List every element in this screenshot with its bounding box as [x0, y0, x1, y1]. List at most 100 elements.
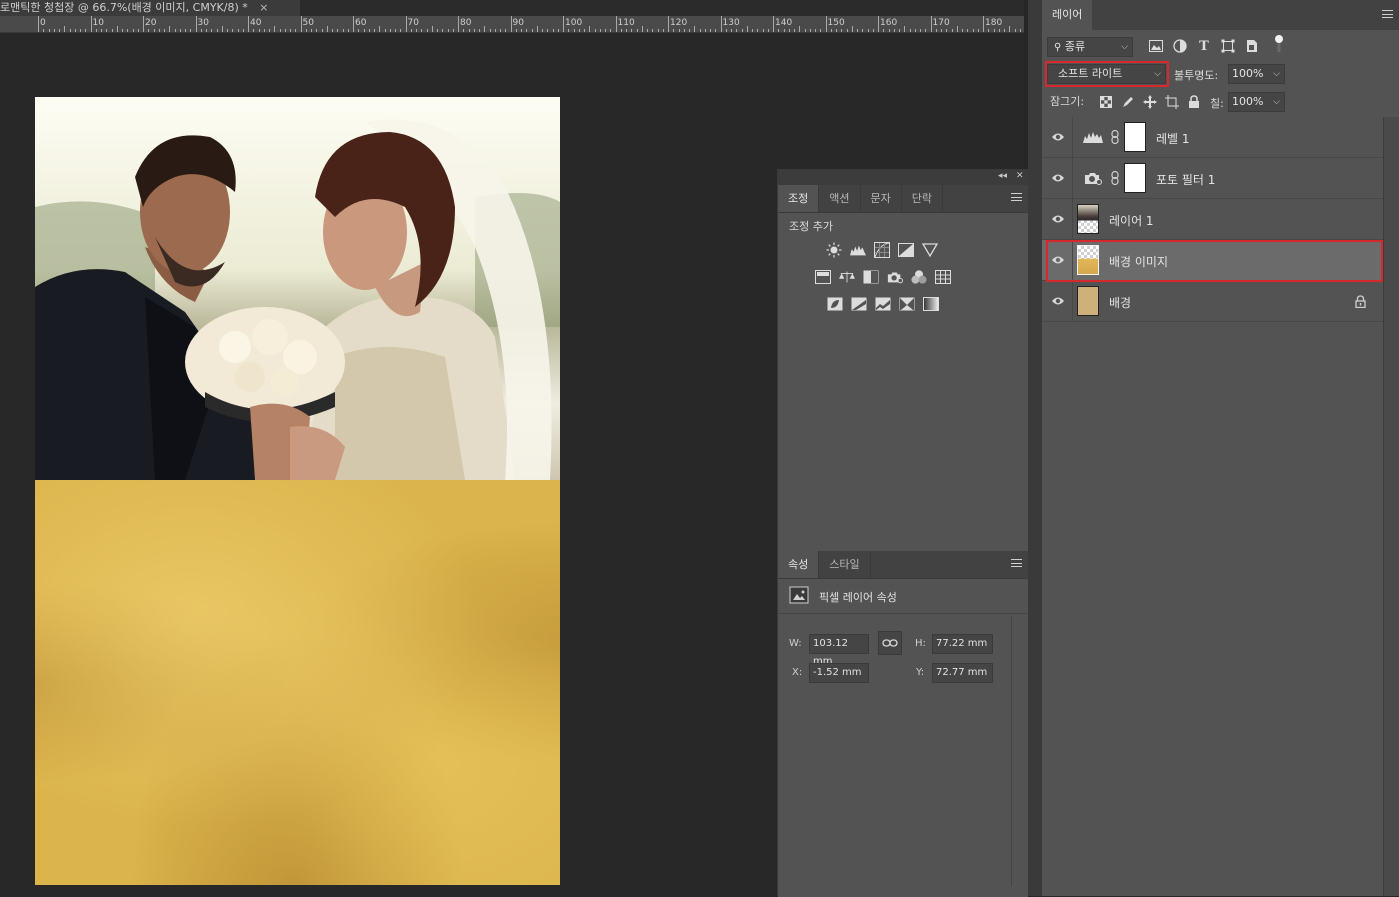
layer-row-layer-1[interactable]: 레이어 1: [1042, 199, 1383, 240]
layer-name: 배경: [1109, 296, 1132, 310]
filter-smart-object-icon[interactable]: [1244, 38, 1260, 54]
gradient-map-icon[interactable]: [923, 296, 939, 312]
brightness-contrast-icon[interactable]: [826, 242, 842, 258]
search-icon: ⚲: [1054, 42, 1062, 53]
ruler-minor-tick: [431, 26, 433, 32]
layer-mask-thumbnail[interactable]: [1124, 163, 1146, 193]
filter-adjustment-icon[interactable]: [1172, 38, 1188, 54]
width-field[interactable]: 103.12 mm: [809, 634, 869, 667]
ruler-minor-tick: [148, 29, 150, 32]
layer-thumbnail[interactable]: [1077, 286, 1099, 316]
ruler-minor-tick: [463, 29, 465, 32]
ruler-minor-tick: [242, 29, 244, 32]
tab-actions[interactable]: 액션: [819, 185, 861, 212]
lock-pixels-icon[interactable]: [1121, 95, 1135, 109]
layers-scrollbar[interactable]: [1383, 117, 1399, 896]
layer-mask-thumbnail[interactable]: [1124, 122, 1146, 152]
tab-layers[interactable]: 레이어: [1042, 0, 1093, 30]
lock-artboard-icon[interactable]: [1165, 95, 1179, 109]
ruler-minor-tick: [437, 29, 438, 32]
opacity-field[interactable]: 100% ⌵: [1228, 64, 1285, 84]
vibrance-icon[interactable]: [815, 269, 831, 285]
close-icon[interactable]: ×: [259, 1, 268, 14]
ruler-minor-tick: [862, 29, 864, 32]
lock-icon[interactable]: [1355, 295, 1366, 308]
layer-list: 레벨 1 포토 필터 1 레이어 1 배경 이미지 배경: [1042, 117, 1383, 322]
chain-link-icon: [1111, 171, 1119, 185]
link-dimensions-button[interactable]: [878, 631, 902, 655]
curves-icon[interactable]: [874, 242, 890, 258]
layer-thumbnail[interactable]: [1077, 245, 1099, 275]
adjustments-properties-panel: ◂◂ ✕ 조정 액션 문자 단락 조정 추가 속성 스타일 픽셀 레이어 속성 …: [777, 169, 1028, 897]
channel-mixer-icon[interactable]: [911, 269, 927, 285]
ruler-minor-tick: [521, 29, 522, 32]
tab-paragraph[interactable]: 단락: [902, 185, 943, 212]
color-lookup-icon[interactable]: [935, 269, 951, 285]
properties-scrollbar[interactable]: [1011, 616, 1012, 886]
tab-character[interactable]: 문자: [861, 185, 902, 212]
threshold-icon[interactable]: [875, 296, 891, 312]
filter-kind-dropdown[interactable]: ⚲ 종류 ⌵: [1047, 37, 1133, 57]
ruler-minor-tick: [993, 29, 995, 32]
fill-field[interactable]: 100% ⌵: [1228, 92, 1285, 112]
filter-shape-icon[interactable]: [1220, 38, 1236, 54]
ruler-minor-tick: [279, 29, 281, 32]
layer-row-levels[interactable]: 레벨 1: [1042, 117, 1383, 158]
lock-transparency-icon[interactable]: [1099, 95, 1113, 109]
ruler-minor-tick: [410, 29, 412, 32]
levels-icon[interactable]: [850, 242, 866, 258]
document-tab[interactable]: 로맨틱한 청첩장 @ 66.7%(배경 이미지, CMYK/8) * ×: [0, 0, 300, 16]
y-field[interactable]: 72.77 mm: [932, 663, 993, 683]
properties-body: 픽셀 레이어 속성 W: 103.12 mm H: 77.22 mm X: -1…: [778, 580, 1028, 897]
invert-icon[interactable]: [827, 296, 843, 312]
y-label: Y:: [916, 667, 925, 678]
gradient-triangle-icon[interactable]: [922, 242, 938, 258]
lock-position-icon[interactable]: [1143, 95, 1157, 109]
tab-adjustments[interactable]: 조정: [778, 185, 820, 212]
layer-row-background[interactable]: 배경: [1042, 281, 1383, 322]
artboard[interactable]: [35, 97, 560, 885]
panel-menu-icon[interactable]: [1011, 193, 1022, 201]
lock-all-icon[interactable]: [1187, 95, 1201, 109]
exposure-icon[interactable]: [898, 242, 914, 258]
close-icon[interactable]: ✕: [1016, 171, 1024, 181]
panel-menu-icon[interactable]: [1382, 10, 1393, 18]
eye-icon[interactable]: [1051, 213, 1065, 225]
ruler-minor-tick: [426, 29, 428, 32]
horizontal-ruler[interactable]: 0 10 20 30 40 50 60 70 80 90 100 110 120 130 140 150 160…: [0, 16, 1024, 33]
photo-filter-icon[interactable]: [887, 269, 903, 285]
black-white-icon[interactable]: [863, 269, 879, 285]
collapse-icon[interactable]: ◂◂: [998, 171, 1007, 181]
ruler-minor-tick: [95, 29, 97, 32]
ruler-minor-tick: [185, 29, 186, 32]
ruler-minor-tick: [799, 26, 801, 32]
filter-toggle-icon[interactable]: [1271, 35, 1287, 52]
filter-type-icon[interactable]: T: [1196, 38, 1212, 54]
tab-properties[interactable]: 속성: [778, 551, 820, 578]
ruler-major-tick: [248, 16, 249, 32]
layers-tabbar: 레이어: [1042, 0, 1399, 30]
ruler-minor-tick: [893, 29, 895, 32]
eye-icon[interactable]: [1051, 172, 1065, 184]
color-balance-icon[interactable]: [839, 269, 855, 285]
layer-row-photo-filter[interactable]: 포토 필터 1: [1042, 158, 1383, 199]
layer-row-background-image[interactable]: 배경 이미지: [1042, 240, 1383, 281]
ruler-minor-tick: [641, 26, 643, 32]
ruler-minor-tick: [500, 29, 501, 32]
blend-mode-dropdown[interactable]: 소프트 라이트 ⌵: [1047, 64, 1166, 84]
eye-icon[interactable]: [1051, 131, 1065, 143]
height-field[interactable]: 77.22 mm: [932, 634, 993, 654]
tab-styles[interactable]: 스타일: [819, 551, 871, 578]
ruler-minor-tick: [452, 29, 454, 32]
ruler-minor-tick: [174, 29, 176, 32]
filter-pixel-icon[interactable]: [1148, 38, 1164, 54]
eye-icon[interactable]: [1051, 254, 1065, 266]
layer-thumbnail[interactable]: [1077, 204, 1099, 234]
x-field[interactable]: -1.52 mm: [809, 663, 869, 683]
eye-icon[interactable]: [1051, 295, 1065, 307]
selective-color-icon[interactable]: [899, 296, 915, 312]
posterize-icon[interactable]: [851, 296, 867, 312]
ruler-minor-tick: [794, 29, 795, 32]
ruler-label: 50: [302, 18, 314, 28]
panel-menu-icon[interactable]: [1011, 559, 1022, 567]
